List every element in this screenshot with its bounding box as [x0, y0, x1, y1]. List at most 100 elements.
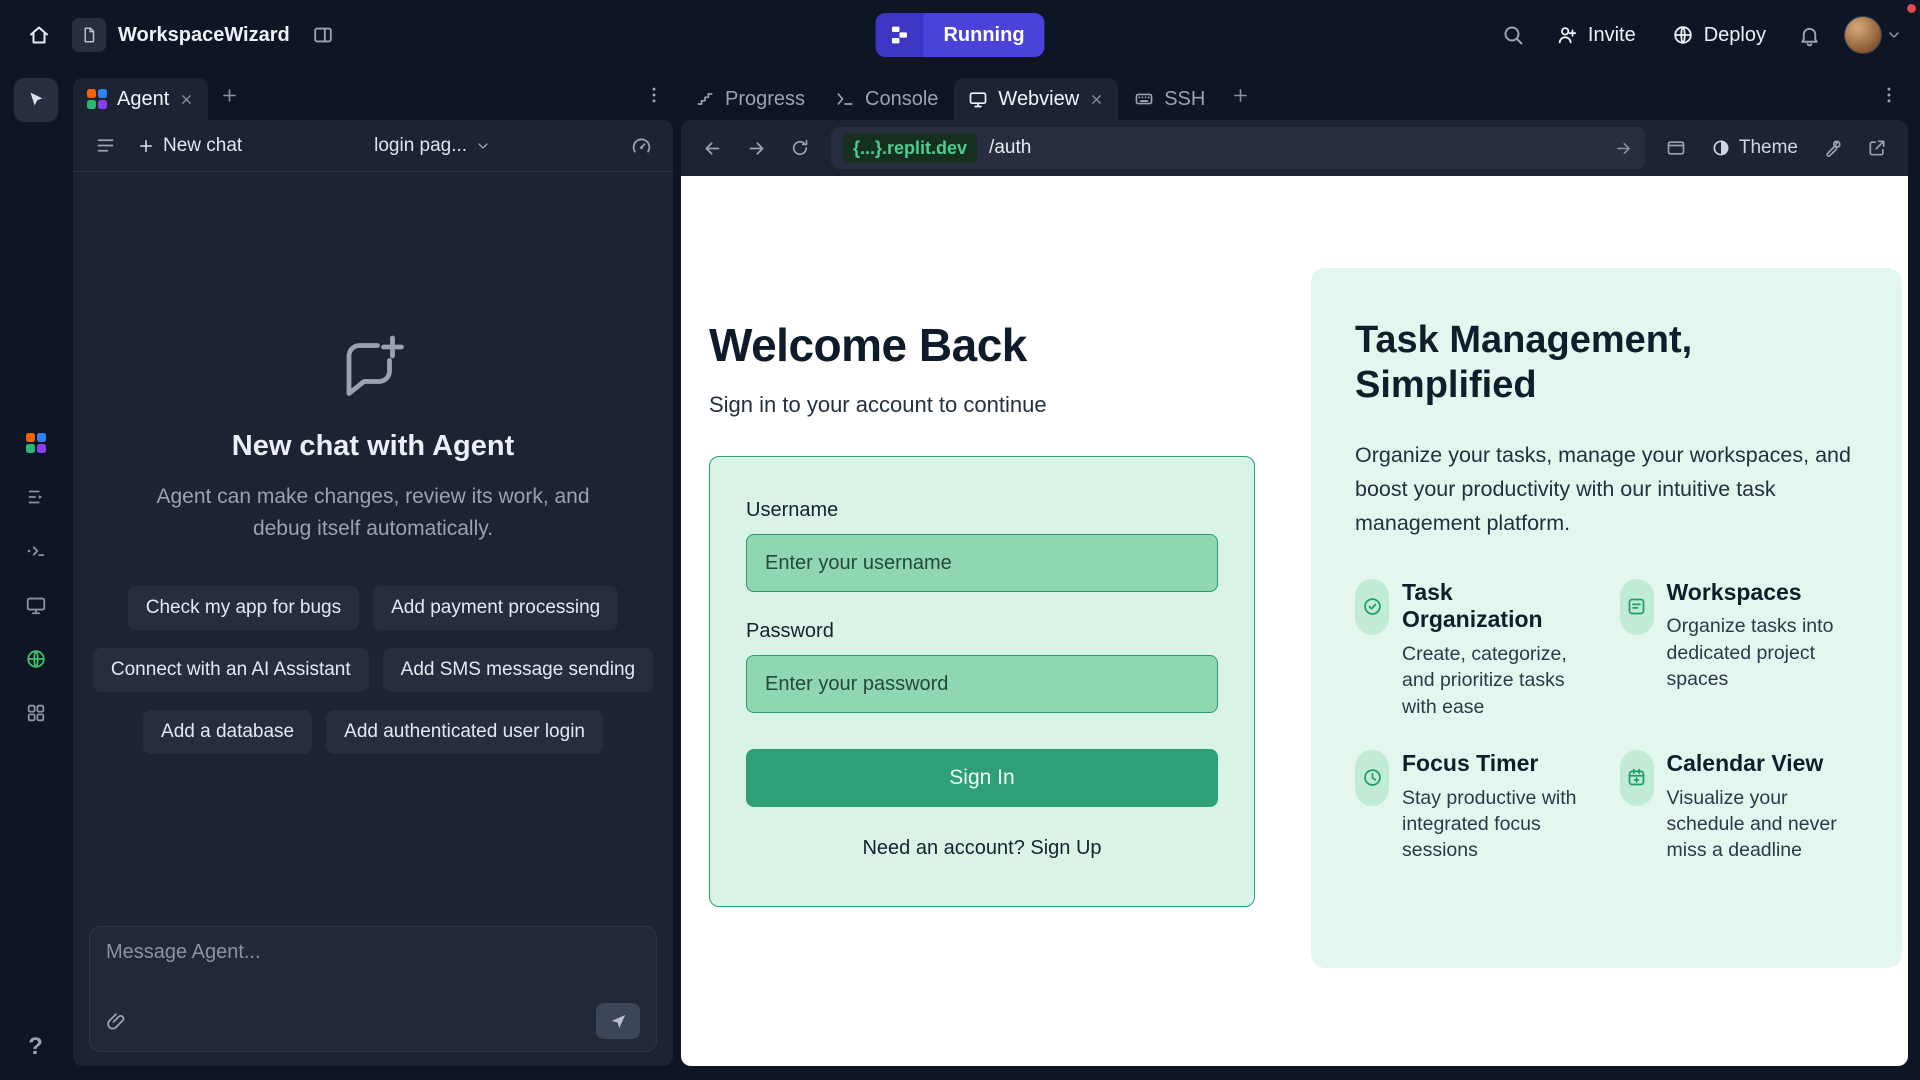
rail-deployments-button[interactable]	[15, 638, 57, 680]
devtools-button[interactable]	[1657, 129, 1695, 167]
close-icon[interactable]	[1089, 92, 1104, 107]
page-title: Welcome Back	[709, 318, 1255, 372]
plus-icon	[1231, 86, 1250, 105]
workspaces-icon	[1620, 579, 1654, 635]
left-rail: ?	[0, 70, 71, 1080]
topbar: WorkspaceWizard Running Invite Deploy	[0, 0, 1920, 70]
console-icon	[835, 89, 855, 109]
clock-icon	[1355, 750, 1389, 806]
page-subtitle: Sign in to your account to continue	[709, 392, 1255, 418]
app-identity[interactable]: WorkspaceWizard	[72, 18, 290, 52]
tab-agent[interactable]: Agent	[73, 78, 208, 120]
feature-item: Task Organization Create, categorize, an…	[1355, 579, 1594, 720]
theme-button[interactable]: Theme	[1701, 129, 1808, 167]
rail-agent-button[interactable]	[15, 422, 57, 464]
new-chat-button[interactable]: New chat	[137, 135, 242, 157]
rail-tools	[15, 422, 57, 734]
help-button[interactable]: ?	[15, 1026, 57, 1068]
deploy-label: Deploy	[1704, 24, 1766, 47]
close-icon[interactable]	[179, 92, 194, 107]
tab-progress-label: Progress	[725, 88, 805, 111]
suggestion-chip[interactable]: Add a database	[143, 710, 312, 754]
feature-description: Stay productive with integrated focus se…	[1402, 785, 1594, 864]
search-button[interactable]	[1492, 14, 1534, 56]
chat-title-dropdown[interactable]: login pag...	[374, 135, 491, 157]
tab-ssh[interactable]: SSH	[1120, 78, 1219, 120]
suggestion-chip[interactable]: Add authenticated user login	[326, 710, 603, 754]
chevron-down-icon	[475, 138, 491, 154]
shell-icon	[25, 540, 47, 562]
main-panel-menu-button[interactable]	[1870, 76, 1908, 114]
agent-tab-strip: Agent	[73, 70, 673, 120]
feature-text: Calendar View Visualize your schedule an…	[1667, 750, 1859, 864]
message-agent-input[interactable]	[106, 941, 640, 1003]
chat-list-button[interactable]	[87, 128, 123, 164]
run-status-button[interactable]: Running	[875, 13, 1044, 57]
calendar-plus-icon	[1620, 750, 1654, 806]
webview-content: Welcome Back Sign in to your account to …	[681, 176, 1908, 1066]
check-circle-icon	[1355, 579, 1389, 635]
rail-all-tools-button[interactable]	[15, 692, 57, 734]
rail-workflows-button[interactable]	[15, 476, 57, 518]
send-plane-icon	[609, 1012, 628, 1031]
new-tab-button[interactable]	[1221, 76, 1259, 114]
account-menu[interactable]	[1844, 16, 1902, 54]
layout-toggle-button[interactable]	[302, 14, 344, 56]
agent-panel-menu-button[interactable]	[635, 76, 673, 114]
deploy-button[interactable]: Deploy	[1658, 13, 1780, 57]
agent-toolbar: New chat login pag...	[73, 120, 673, 172]
new-tab-button[interactable]	[210, 76, 248, 114]
agent-panel-body: New chat login pag...	[73, 120, 673, 1066]
tab-progress[interactable]: Progress	[681, 78, 819, 120]
theme-icon	[1711, 138, 1731, 158]
password-field[interactable]	[746, 655, 1218, 713]
open-external-button[interactable]	[1858, 129, 1896, 167]
invite-button[interactable]: Invite	[1542, 13, 1650, 57]
workspace: ? Agent	[0, 70, 1920, 1080]
running-label: Running	[923, 13, 1044, 57]
agent-panel: Agent New chat	[73, 70, 673, 1066]
tab-ssh-label: SSH	[1164, 88, 1205, 111]
pointer-tool-button[interactable]	[14, 78, 58, 122]
history-button[interactable]	[623, 128, 659, 164]
suggestion-chip[interactable]: Add SMS message sending	[383, 648, 653, 692]
notifications-button[interactable]	[1788, 14, 1830, 56]
chevron-down-icon	[1886, 27, 1902, 43]
kebab-menu-icon	[1879, 85, 1899, 105]
back-button[interactable]	[693, 129, 731, 167]
plus-icon	[137, 137, 155, 155]
feature-description: Organize tasks into dedicated project sp…	[1667, 613, 1859, 692]
arrow-right-icon	[746, 138, 767, 159]
refresh-icon	[790, 138, 810, 158]
go-arrow-icon[interactable]	[1614, 139, 1633, 158]
attach-button[interactable]	[106, 1011, 127, 1032]
rail-shell-button[interactable]	[15, 530, 57, 572]
chat-plus-icon	[337, 332, 409, 404]
tab-console[interactable]: Console	[821, 78, 952, 120]
feature-title: Workspaces	[1667, 579, 1859, 607]
suggestion-chip[interactable]: Check my app for bugs	[128, 586, 359, 630]
chat-title-label: login pag...	[374, 135, 467, 157]
url-host-badge[interactable]: {...}.replit.dev	[843, 133, 977, 163]
sign-up-link[interactable]: Need an account? Sign Up	[746, 837, 1218, 860]
globe-green-icon	[25, 648, 47, 670]
suggestion-chip[interactable]: Add payment processing	[373, 586, 618, 630]
url-bar[interactable]: {...}.replit.dev /auth	[831, 127, 1645, 169]
main-panel: Progress Console Webview SSH	[681, 70, 1908, 1066]
refresh-button[interactable]	[781, 129, 819, 167]
settings-tools-button[interactable]	[1814, 129, 1852, 167]
tab-webview[interactable]: Webview	[954, 78, 1118, 120]
suggestion-chip[interactable]: Connect with an AI Assistant	[93, 648, 369, 692]
home-button[interactable]	[18, 14, 60, 56]
rail-output-button[interactable]	[15, 584, 57, 626]
sign-in-button[interactable]: Sign In	[746, 749, 1218, 807]
feature-item: Workspaces Organize tasks into dedicated…	[1620, 579, 1859, 720]
agent-composer	[89, 926, 657, 1052]
deploy-globe-icon	[1672, 24, 1694, 46]
agent-empty-state: New chat with Agent Agent can make chang…	[73, 172, 673, 916]
username-field[interactable]	[746, 534, 1218, 592]
send-button[interactable]	[596, 1003, 640, 1039]
cursor-icon	[25, 89, 47, 111]
forward-button[interactable]	[737, 129, 775, 167]
webview-toolbar: {...}.replit.dev /auth Theme	[681, 120, 1908, 176]
